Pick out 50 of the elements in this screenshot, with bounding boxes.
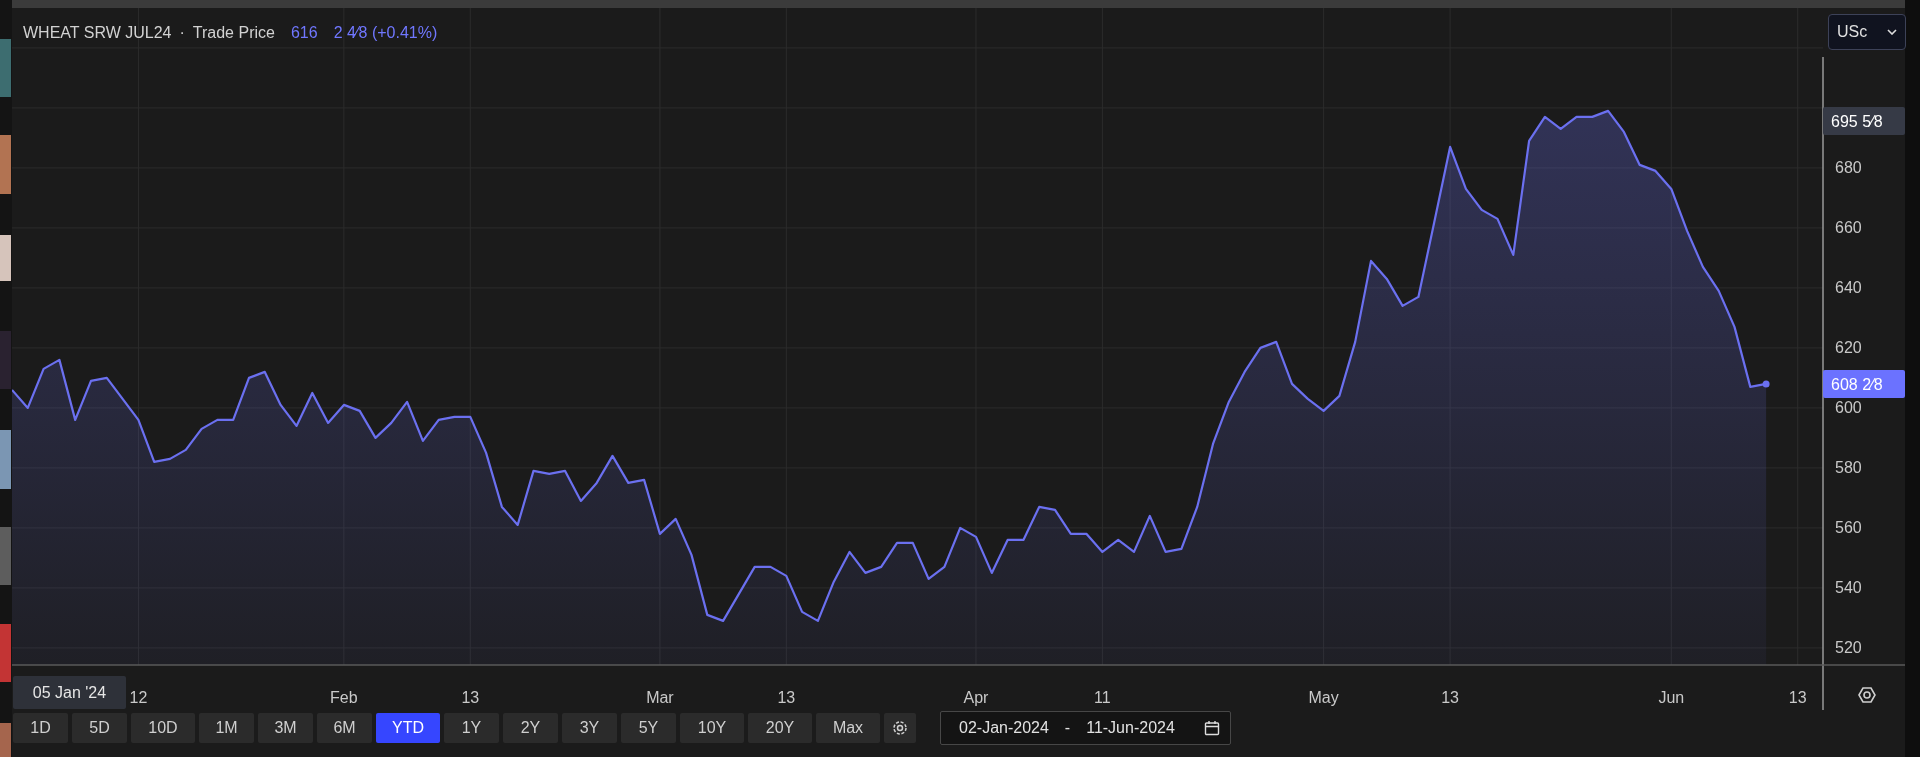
x-axis-label: 13: [777, 689, 796, 706]
range-button[interactable]: 2Y: [503, 713, 558, 743]
range-button[interactable]: 20Y: [748, 713, 812, 743]
last-point-dot: [1762, 380, 1770, 388]
range-button[interactable]: 3M: [258, 713, 313, 743]
settings-icon: [891, 719, 909, 737]
separator-dot: ·: [179, 24, 185, 41]
range-button[interactable]: 6M: [317, 713, 372, 743]
price-label: 695 5⁄8: [1823, 107, 1905, 136]
y-axis-label: 540: [1835, 579, 1862, 597]
price-field-label: Trade Price: [192, 24, 275, 41]
y-axis-label: 520: [1835, 639, 1862, 657]
x-axis-label: 12: [129, 689, 148, 706]
chevron-icon: [1887, 29, 1897, 35]
x-axis-label: 13: [1788, 689, 1807, 706]
x-axis-label: Apr: [963, 689, 989, 706]
y-axis-label: 560: [1835, 519, 1862, 537]
range-button[interactable]: Max: [816, 713, 880, 743]
y-axis-label: 640: [1835, 279, 1862, 297]
range-button[interactable]: YTD: [376, 713, 440, 743]
x-axis-label: May: [1308, 689, 1339, 706]
range-button[interactable]: 1D: [13, 713, 68, 743]
crosshair-date-label: 05 Jan '24: [13, 676, 126, 709]
price-label: 608 2⁄8: [1823, 369, 1905, 398]
range-button[interactable]: 3Y: [562, 713, 617, 743]
y-axis-label: 620: [1835, 339, 1862, 357]
y-axis-label: 660: [1835, 219, 1862, 237]
range-button[interactable]: 10D: [131, 713, 195, 743]
x-axis-label: Mar: [646, 689, 674, 706]
price-change: 2 4⁄8 (+0.41%): [333, 24, 438, 41]
instrument-name: WHEAT SRW JUL24: [23, 24, 172, 41]
range-button[interactable]: 5Y: [621, 713, 676, 743]
currency-select[interactable]: USc: [1828, 14, 1906, 50]
date-range-field[interactable]: 02-Jan-2024 - 11-Jun-2024: [940, 711, 1231, 745]
range-button[interactable]: 5D: [72, 713, 127, 743]
x-axis-label: 13: [1441, 689, 1459, 706]
x-axis-label: 11: [1094, 689, 1111, 706]
y-axis-label: 580: [1835, 459, 1862, 477]
settings-button[interactable]: [884, 713, 916, 743]
x-axis-label: Jun: [1658, 689, 1685, 706]
last-price: 616: [290, 24, 318, 41]
settings-icon[interactable]: [1858, 687, 1876, 703]
range-button[interactable]: 10Y: [680, 713, 744, 743]
y-axis-label: 680: [1835, 159, 1862, 177]
range-button[interactable]: 1M: [199, 713, 254, 743]
x-axis-label: 13: [461, 689, 480, 706]
range-button[interactable]: 1Y: [444, 713, 499, 743]
y-axis-label: 600: [1835, 399, 1862, 417]
x-axis-label: Feb: [330, 689, 358, 706]
calendar-icon: [1204, 720, 1220, 736]
